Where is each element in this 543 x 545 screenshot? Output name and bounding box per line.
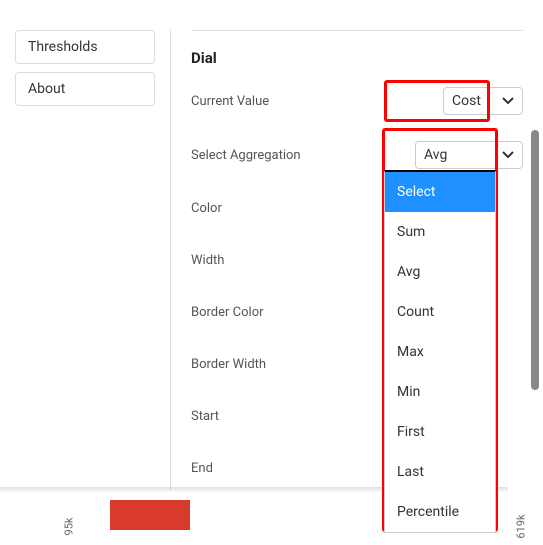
dropdown-option-percentile[interactable]: Percentile: [385, 492, 495, 532]
scrollbar-thumb[interactable]: [531, 130, 539, 390]
chart-bar: [110, 500, 190, 530]
chevron-down-icon: [502, 93, 514, 109]
select-value: Cost: [452, 93, 481, 109]
section-title: Dial: [191, 49, 523, 67]
dropdown-option-min[interactable]: Min: [385, 372, 495, 412]
sidebar-item-label: About: [28, 81, 65, 97]
label-current-value: Current Value: [191, 94, 269, 109]
dropdown-option-last[interactable]: Last: [385, 452, 495, 492]
select-value: Avg: [424, 147, 447, 163]
label-select-aggregation: Select Aggregation: [191, 148, 301, 163]
select-aggregation[interactable]: Avg: [415, 141, 523, 169]
dropdown-option-select[interactable]: Select: [385, 172, 495, 212]
dropdown-option-first[interactable]: First: [385, 412, 495, 452]
dropdown-option-avg[interactable]: Avg: [385, 252, 495, 292]
chart-axis-right: 619k: [514, 514, 527, 538]
row-current-value: Current Value Cost: [191, 87, 523, 115]
label-width: Width: [191, 253, 224, 268]
dropdown-option-count[interactable]: Count: [385, 292, 495, 332]
label-color: Color: [191, 201, 222, 216]
chart-axis-left: 95k: [62, 518, 75, 536]
aggregation-dropdown: Select Sum Avg Count Max Min First Last …: [384, 170, 496, 533]
sidebar-item-label: Thresholds: [28, 39, 98, 55]
dropdown-option-sum[interactable]: Sum: [385, 212, 495, 252]
sidebar-item-thresholds[interactable]: Thresholds: [15, 30, 155, 64]
label-start: Start: [191, 409, 219, 424]
sidebar-item-about[interactable]: About: [15, 72, 155, 106]
scrollbar[interactable]: [531, 130, 539, 390]
row-select-aggregation: Select Aggregation Avg: [191, 141, 523, 169]
label-border-color: Border Color: [191, 305, 264, 320]
select-current-value[interactable]: Cost: [443, 87, 523, 115]
label-border-width: Border Width: [191, 357, 266, 372]
label-end: End: [191, 461, 213, 476]
chevron-down-icon: [502, 147, 514, 163]
horizontal-divider: [191, 30, 523, 31]
sidebar: Thresholds About: [0, 30, 170, 490]
dropdown-option-max[interactable]: Max: [385, 332, 495, 372]
